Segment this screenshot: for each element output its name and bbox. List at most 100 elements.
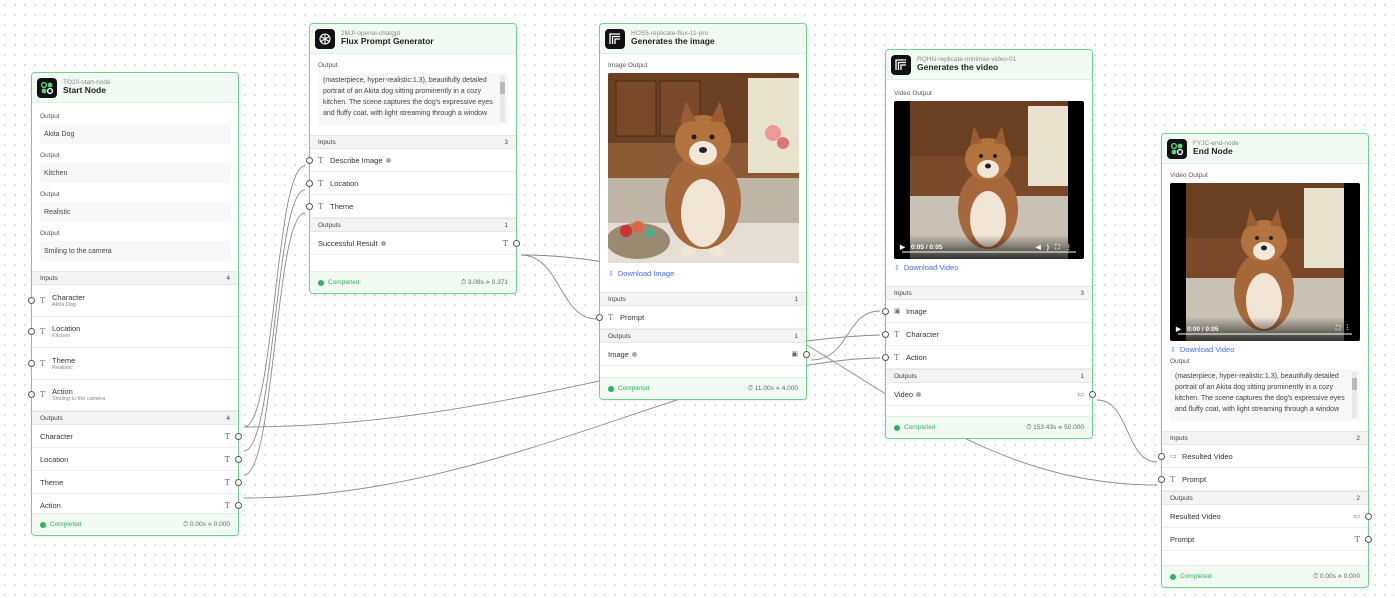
end-node[interactable]: FYJC-end-node End Node Video Output ▶ 0:… [1158,133,1372,588]
output-text-area[interactable]: (masterpiece, hyper-realistic:1.3), beau… [1170,369,1360,421]
video-progress-bar[interactable] [1178,333,1352,335]
inputs-count: 2 [1356,434,1360,442]
input-handle[interactable] [306,156,313,164]
input-row-theme[interactable]: T Theme Realistic [28,348,238,380]
output-text: (masterpiece, hyper-realistic:1.3), beau… [1175,373,1345,413]
output-port-video[interactable]: Video ▭ [886,383,1096,406]
input-handle[interactable] [28,391,35,399]
outputs-label: Outputs [1170,494,1193,502]
generated-image[interactable] [608,73,799,263]
output-handle[interactable] [1365,535,1372,543]
node-footer: Completed ⏱ 3.08s ⟡ 0.371 [310,271,516,293]
output-port-successful-result[interactable]: Successful Result T [310,232,520,255]
node-footer: Completed ⏱ 11.00s ⟡ 4.000 [600,377,806,399]
video-controls[interactable]: ▶ 0:05 / 0:05 ◀)⛶⋮ [894,235,1084,259]
play-icon[interactable]: ▶ [1176,325,1181,333]
input-row-theme[interactable]: T Theme [306,195,516,218]
output-label: Output [40,191,60,198]
input-row-location[interactable]: T Location [306,172,516,195]
output-handle[interactable] [1365,512,1372,520]
input-row-image[interactable]: ▣ Image [882,300,1092,323]
download-video-link[interactable]: ⇩ Download Video [1162,341,1368,358]
input-handle[interactable] [882,353,889,361]
flux-prompt-node[interactable]: 2MJI-openai-chatgpt Flux Prompt Generato… [306,23,520,294]
outputs-count: 2 [1356,494,1360,502]
input-handle[interactable] [28,359,35,367]
output-value: Realistic [40,202,230,222]
start-node[interactable]: TO20-start-node Start Node Output Akita … [28,72,242,536]
input-row-prompt[interactable]: T Prompt [596,306,806,329]
output-handle[interactable] [1089,390,1096,398]
input-handle[interactable] [28,328,35,336]
text-type-icon: T [1354,534,1360,544]
output-handle[interactable] [513,239,520,247]
generate-video-node[interactable]: RQHN-replicate-minimax-video-01 Generate… [882,49,1096,439]
output-port-location[interactable]: Location T [32,448,242,471]
input-row-prompt[interactable]: T Prompt [1158,468,1368,491]
input-row-resulted-video[interactable]: ▭ Resulted Video [1158,445,1368,468]
edge-character-to-describe [243,165,306,428]
outputs-section-header: Outputs 4 [32,411,238,425]
input-handle[interactable] [882,307,889,315]
input-handle[interactable] [28,296,35,304]
text-type-icon: T [40,327,46,337]
input-row-location[interactable]: T Location Kitchen [28,317,238,348]
info-icon[interactable] [385,157,391,163]
output-handle[interactable] [235,501,242,509]
output-handle[interactable] [235,432,242,440]
output-port-label: Theme [40,477,64,487]
output-port-image[interactable]: Image ▣ [600,343,810,366]
input-handle[interactable] [596,313,603,321]
scrollbar[interactable] [1352,372,1357,418]
outputs-label: Outputs [318,221,341,229]
info-icon[interactable] [916,391,922,397]
input-handle[interactable] [306,179,313,187]
input-handle[interactable] [306,202,313,210]
play-icon[interactable]: ▶ [900,243,905,251]
outputs-section-header: Outputs 2 [1162,491,1368,505]
status-badge: Completed [894,424,935,431]
video-type-icon: ▭ [1353,512,1360,520]
input-label: Location [330,178,359,188]
output-port-resulted-video[interactable]: Resulted Video ▭ [1162,505,1372,528]
video-controls[interactable]: ▶ 0:00 / 0:05 ⛶⋮ [1170,317,1360,341]
generate-image-node[interactable]: HOS5-replicate-flux-11-pro Generates the… [596,23,810,400]
node-footer: Completed ⏱ 0.00s ⟡ 0.000 [32,513,238,535]
output-handle[interactable] [803,350,810,358]
info-icon[interactable] [631,351,637,357]
input-handle[interactable] [1158,452,1165,460]
edge-location-to-location [243,189,306,452]
output-port-theme[interactable]: Theme T [32,471,242,494]
text-type-icon: T [502,238,508,248]
download-video-link[interactable]: ⇩ Download Video [886,259,1092,276]
input-row-action[interactable]: T Action Smiling to the camera [28,380,238,411]
video-progress-bar[interactable] [902,251,1076,253]
outputs-count: 1 [1080,372,1084,380]
input-row-describe-image[interactable]: T Describe Image [306,149,516,172]
video-control-icons[interactable]: ⛶⋮ [1336,325,1354,333]
download-image-link[interactable]: ⇩ Download Image [600,265,806,282]
outputs-count: 1 [504,221,508,229]
text-type-icon: T [224,431,230,441]
output-handle[interactable] [235,455,242,463]
download-label: Download Video [1179,345,1235,354]
inputs-section-header: Inputs 3 [886,286,1092,300]
output-port-character[interactable]: Character T [32,425,242,448]
text-type-icon: T [894,329,900,339]
input-handle[interactable] [882,330,889,338]
run-stats: ⏱ 0.00s ⟡ 0.000 [183,520,230,528]
input-row-action[interactable]: T Action [882,346,1092,369]
output-text-area[interactable]: (masterpiece, hyper-realistic:1.3), beau… [318,73,508,125]
scrollbar[interactable] [500,76,505,122]
output-port-prompt[interactable]: Prompt T [1162,528,1372,551]
video-player[interactable]: ▶ 0:00 / 0:05 ⛶⋮ [1170,183,1360,341]
input-row-character[interactable]: T Character Akita Dog [28,285,238,317]
video-player[interactable]: ▶ 0:05 / 0:05 ◀)⛶⋮ [894,101,1084,259]
output-handle[interactable] [235,478,242,486]
node-header: FYJC-end-node End Node [1162,134,1368,164]
input-row-character[interactable]: T Character [882,323,1092,346]
input-handle[interactable] [1158,475,1165,483]
video-time: 0:00 / 0:05 [1187,325,1219,333]
edge-video-to-end [1096,399,1158,463]
info-icon[interactable] [380,240,386,246]
